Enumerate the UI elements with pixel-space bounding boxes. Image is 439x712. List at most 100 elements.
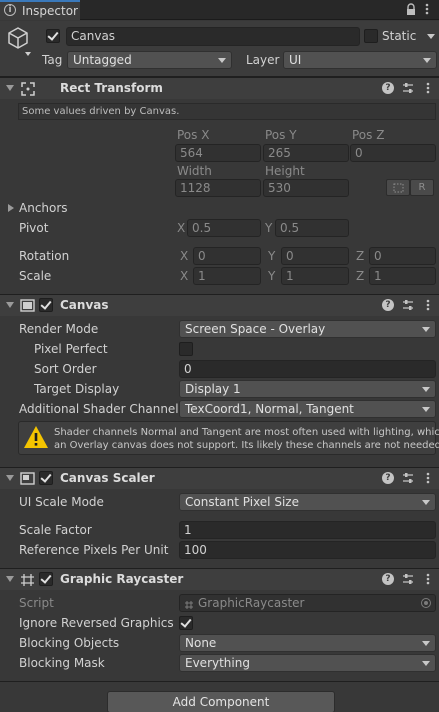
blueprint-mode-button[interactable] — [386, 179, 410, 196]
help-icon[interactable]: ? — [382, 299, 394, 311]
presets-icon[interactable] — [402, 82, 414, 94]
shader-channels-label: Additional Shader Channels — [19, 402, 185, 416]
width-field[interactable]: 1128 — [175, 179, 261, 197]
blocking-objects-label: Blocking Objects — [19, 636, 120, 650]
lock-icon[interactable] — [405, 3, 417, 16]
scale-factor-field[interactable]: 1 — [179, 521, 436, 539]
object-name-field[interactable]: Canvas — [66, 27, 360, 46]
foldout-arrow-icon[interactable] — [6, 85, 14, 91]
chevron-down-icon — [423, 58, 431, 63]
pos-z-field[interactable]: 0 — [350, 144, 436, 162]
canvas-scaler-header[interactable]: Canvas Scaler ? — [0, 467, 439, 489]
pixel-perfect-label: Pixel Perfect — [34, 342, 108, 356]
graphic-raycaster-header[interactable]: Graphic Raycaster ? — [0, 568, 439, 590]
add-component-button[interactable]: Add Component — [107, 691, 335, 712]
active-checkbox[interactable] — [46, 29, 60, 43]
target-display-dropdown[interactable]: Display 1 — [179, 380, 436, 398]
object-picker-icon[interactable] — [421, 598, 431, 608]
anchors-label[interactable]: Anchors — [19, 200, 68, 216]
ref-ppu-field[interactable]: 100 — [179, 541, 436, 559]
render-mode-label: Render Mode — [19, 322, 99, 336]
ignore-reversed-checkbox[interactable] — [179, 616, 193, 630]
presets-icon[interactable] — [402, 299, 414, 311]
pos-y-field[interactable]: 265 — [263, 144, 349, 162]
context-menu-icon[interactable] — [425, 299, 431, 313]
script-label: Script — [19, 596, 54, 610]
static-dropdown-icon[interactable] — [427, 34, 435, 39]
canvas-enabled-checkbox[interactable] — [39, 298, 53, 312]
scale-factor-label: Scale Factor — [19, 523, 92, 537]
canvas-header[interactable]: Canvas ? — [0, 294, 439, 316]
rot-x-label: X — [180, 249, 189, 263]
chevron-down-icon — [422, 641, 430, 646]
pivot-label: Pivot — [19, 221, 49, 235]
presets-icon[interactable] — [402, 472, 414, 484]
sort-order-label: Sort Order — [34, 362, 97, 376]
blocking-objects-dropdown[interactable]: None — [179, 634, 436, 652]
pivot-y-field[interactable]: 0.5 — [275, 219, 349, 237]
divider — [0, 681, 439, 682]
rect-transform-header[interactable]: Rect Transform ? — [0, 77, 439, 99]
scale-y-field[interactable]: 1 — [281, 267, 349, 285]
sort-order-field[interactable]: 0 — [179, 360, 436, 378]
foldout-arrow-icon[interactable] — [6, 302, 14, 308]
scale-x-field[interactable]: 1 — [193, 267, 261, 285]
rot-z-label: Z — [356, 249, 365, 263]
pos-y-label: Pos Y — [265, 128, 297, 142]
width-label: Width — [177, 164, 212, 178]
canvas-scaler-enabled-checkbox[interactable] — [39, 471, 53, 485]
help-icon[interactable]: ? — [382, 472, 394, 484]
context-menu-icon[interactable] — [425, 472, 431, 486]
foldout-arrow-icon[interactable] — [6, 576, 14, 582]
chevron-down-icon — [422, 407, 430, 412]
rot-x-field[interactable]: 0 — [193, 247, 261, 265]
pivot-x-label: X — [177, 221, 186, 235]
tab-menu-icon[interactable] — [424, 2, 430, 16]
blocking-mask-dropdown[interactable]: Everything — [179, 654, 436, 672]
canvas-component-icon — [20, 299, 35, 312]
render-mode-dropdown[interactable]: Screen Space - Overlay — [179, 320, 436, 338]
blocking-mask-label: Blocking Mask — [19, 656, 105, 670]
help-icon[interactable]: ? — [382, 82, 394, 94]
raw-edit-button[interactable]: R — [410, 179, 434, 196]
scale-label: Scale — [19, 269, 52, 283]
pivot-x-field[interactable]: 0.5 — [187, 219, 261, 237]
tag-dropdown[interactable]: Untagged — [67, 51, 232, 69]
warning-text-line1: Shader channels Normal and Tangent are m… — [54, 427, 439, 438]
context-menu-icon[interactable] — [425, 573, 431, 587]
help-icon[interactable]: ? — [382, 573, 394, 585]
info-icon: i — [4, 4, 16, 16]
warning-text-line2: an Overlay canvas does not support. Its … — [54, 440, 439, 451]
rect-transform-icon — [21, 82, 35, 96]
inspector-tab[interactable]: i Inspector — [0, 0, 80, 20]
height-field[interactable]: 530 — [263, 179, 349, 197]
chevron-down-icon — [422, 500, 430, 505]
graphic-raycaster-icon — [20, 573, 35, 587]
rot-y-label: Y — [268, 249, 276, 263]
script-field[interactable]: GraphicRaycaster — [179, 594, 436, 612]
component-title: Graphic Raycaster — [60, 572, 184, 586]
gameobject-icon[interactable] — [6, 26, 32, 58]
scale-x-label: X — [180, 269, 189, 283]
presets-icon[interactable] — [402, 573, 414, 585]
tag-label: Tag — [42, 53, 63, 67]
pixel-perfect-checkbox[interactable] — [179, 342, 193, 356]
chevron-down-icon — [422, 327, 430, 332]
graphic-raycaster-enabled-checkbox[interactable] — [39, 572, 53, 586]
shader-channels-dropdown[interactable]: TexCoord1, Normal, Tangent — [179, 400, 436, 418]
component-title: Canvas — [60, 298, 109, 312]
foldout-arrow-icon[interactable] — [6, 475, 14, 481]
anchors-foldout-icon[interactable] — [8, 204, 14, 212]
layer-dropdown[interactable]: UI — [283, 51, 437, 69]
rot-z-field[interactable]: 0 — [369, 247, 436, 265]
ui-scale-mode-dropdown[interactable]: Constant Pixel Size — [179, 493, 436, 511]
pivot-y-label: Y — [265, 221, 273, 235]
pos-x-field[interactable]: 564 — [175, 144, 261, 162]
pos-x-label: Pos X — [177, 128, 210, 142]
scale-z-field[interactable]: 1 — [369, 267, 436, 285]
context-menu-icon[interactable] — [425, 82, 431, 96]
rot-y-field[interactable]: 0 — [281, 247, 349, 265]
ref-ppu-label: Reference Pixels Per Unit — [19, 543, 169, 557]
dotted-rect-icon — [393, 183, 404, 193]
static-checkbox[interactable] — [364, 29, 378, 43]
